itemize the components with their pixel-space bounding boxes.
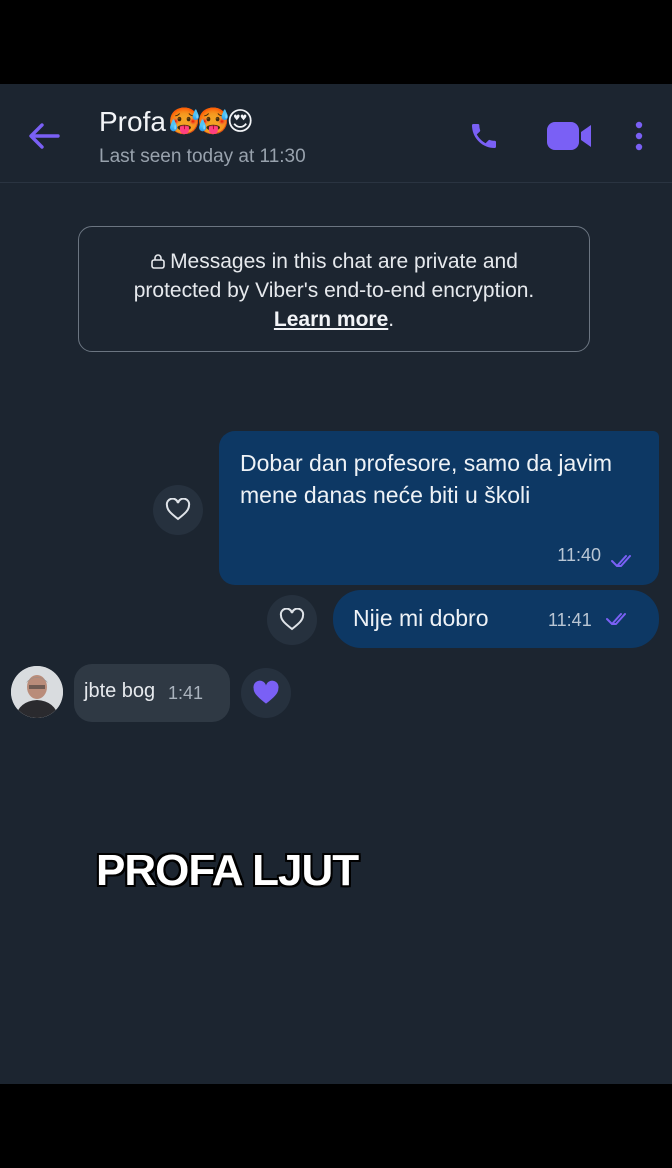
video-camera-icon[interactable] <box>542 114 596 158</box>
outgoing-message[interactable]: Nije mi dobro 11:41 <box>333 590 659 648</box>
chat-screen: Profa 🥵🥵😍 Last seen today at 11:30 Messa… <box>0 84 672 1084</box>
message-text: Dobar dan profesore, samo da javim mene … <box>240 450 613 508</box>
heart-icon <box>279 608 305 631</box>
react-button[interactable] <box>267 595 317 645</box>
bottom-black-bar <box>0 1084 672 1168</box>
heart-icon <box>165 498 191 521</box>
learn-more-link[interactable]: Learn more <box>274 308 388 331</box>
double-check-icon <box>611 555 631 567</box>
encryption-notice: Messages in this chat are private and pr… <box>78 226 590 352</box>
encryption-notice-line1: Messages in this chat are private and <box>79 247 589 276</box>
incoming-message[interactable]: jbte bog 1:41 <box>74 664 230 722</box>
back-arrow-icon[interactable] <box>22 114 66 158</box>
phone-icon[interactable] <box>462 114 506 158</box>
overlay-caption: PROFA LJUT <box>96 846 359 895</box>
chat-header: Profa 🥵🥵😍 Last seen today at 11:30 <box>0 84 672 183</box>
avatar[interactable] <box>11 666 63 718</box>
message-time: 11:41 <box>548 610 592 630</box>
more-vertical-icon[interactable] <box>624 114 654 158</box>
reaction-heart[interactable] <box>241 668 291 718</box>
heart-icon <box>253 680 279 704</box>
last-seen-status: Last seen today at 11:30 <box>99 146 306 167</box>
encryption-notice-line2: protected by Viber's end-to-end encrypti… <box>133 279 535 302</box>
notice-line1-text: Messages in this chat are private and <box>170 250 518 273</box>
top-black-bar <box>0 0 672 84</box>
message-time: 11:40 <box>557 545 601 565</box>
contact-name[interactable]: Profa 🥵🥵😍 <box>99 106 254 138</box>
outgoing-message[interactable]: Dobar dan profesore, samo da javim mene … <box>219 431 659 585</box>
message-time: 1:41 <box>168 683 204 703</box>
message-text: Nije mi dobro <box>353 605 489 631</box>
contact-name-text: Profa <box>99 106 166 137</box>
react-button[interactable] <box>153 485 203 535</box>
learn-more-suffix: . <box>388 308 395 331</box>
lock-icon <box>151 254 165 269</box>
message-text: jbte bog <box>84 680 156 702</box>
contact-name-emojis: 🥵🥵😍 <box>167 107 254 137</box>
double-check-icon <box>606 613 626 625</box>
